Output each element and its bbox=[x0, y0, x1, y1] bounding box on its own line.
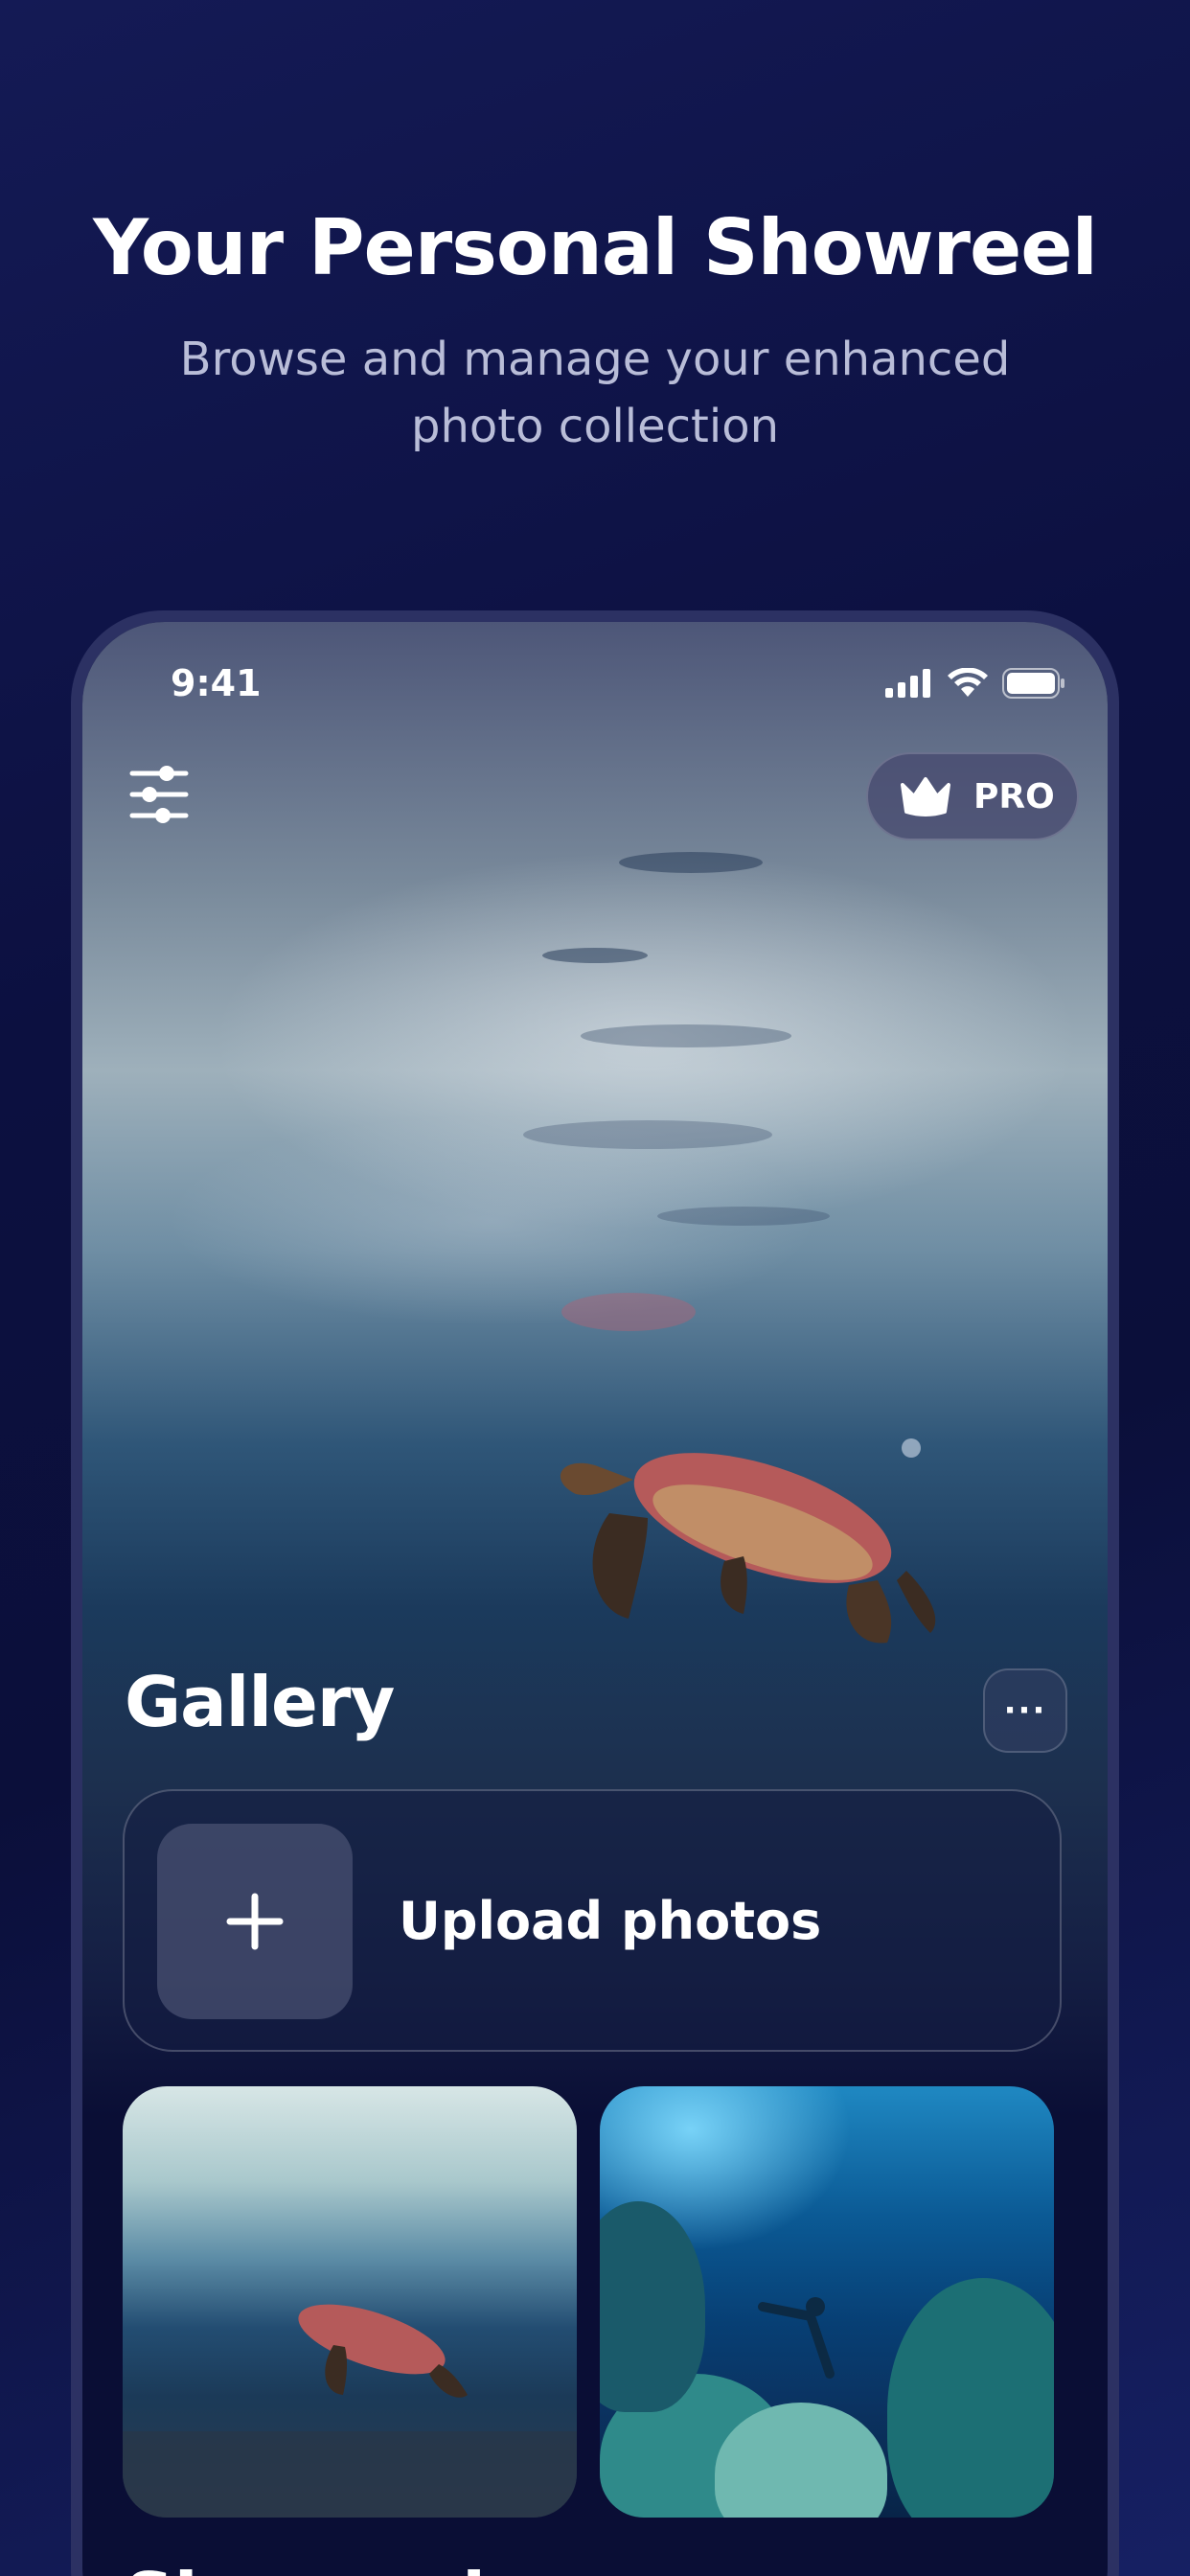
gallery-title: Gallery bbox=[125, 1662, 395, 1742]
promo-title: Your Personal Showreel bbox=[93, 203, 1098, 292]
battery-icon bbox=[1002, 668, 1064, 699]
status-time: 9:41 bbox=[171, 662, 262, 704]
gallery-photo-turtle[interactable] bbox=[123, 2086, 577, 2518]
upload-photos-button[interactable]: Upload photos bbox=[123, 1789, 1062, 2052]
promo-page: Your Personal Showreel Browse and manage… bbox=[0, 0, 1190, 2576]
plus-icon bbox=[226, 1893, 284, 1950]
more-button[interactable]: ··· bbox=[983, 1668, 1067, 1753]
crown-icon bbox=[901, 777, 950, 816]
promo-subtitle: Browse and manage your enhanced photo co… bbox=[179, 333, 1011, 453]
turtle-thumbnail bbox=[123, 2304, 577, 2518]
device-frame: 9:41 PRO Gallery ··· Upload photos bbox=[71, 610, 1119, 2576]
wifi-icon bbox=[948, 668, 988, 697]
sliders-icon bbox=[129, 766, 189, 823]
gallery-photo-divers[interactable] bbox=[600, 2086, 1054, 2518]
showreels-section-title: Showreels bbox=[125, 2558, 527, 2576]
more-icon: ··· bbox=[1003, 1691, 1047, 1730]
pro-button[interactable]: PRO bbox=[866, 752, 1079, 840]
diver-figure bbox=[758, 2297, 835, 2379]
turtle-image bbox=[560, 1453, 936, 1644]
upload-plus-tile bbox=[157, 1824, 353, 2019]
signal-icon bbox=[885, 669, 930, 698]
app-screen: 9:41 PRO Gallery ··· Upload photos bbox=[82, 622, 1108, 2576]
upload-photos-label: Upload photos bbox=[399, 1891, 822, 1951]
pro-label: PRO bbox=[973, 776, 1055, 816]
status-bar: 9:41 bbox=[82, 622, 1108, 708]
filter-button[interactable] bbox=[121, 756, 197, 833]
